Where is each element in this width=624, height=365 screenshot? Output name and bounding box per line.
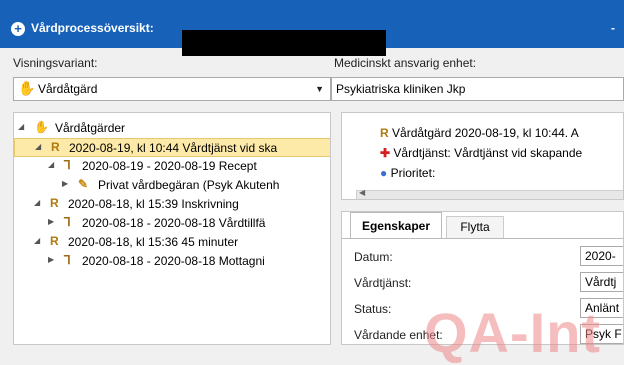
plus-circle-icon: +: [11, 22, 25, 36]
unit-label: Medicinskt ansvarig enhet:: [334, 56, 477, 70]
chevron-down-icon[interactable]: ▼: [315, 84, 324, 94]
tree-item[interactable]: ◢ Ꞁ 2020-08-19 - 2020-08-19 Recept: [14, 157, 330, 176]
scroll-left-icon[interactable]: ◀: [359, 188, 365, 197]
h-icon: Ꞁ: [64, 158, 71, 172]
tab-divider: [342, 238, 623, 239]
tree-item-label: 2020-08-18, kl 15:36 45 minuter: [68, 235, 239, 249]
tree-item-selected[interactable]: ◢ R 2020-08-19, kl 10:44 Vårdtjänst vid …: [14, 138, 330, 157]
tab-egenskaper[interactable]: Egenskaper: [350, 212, 442, 239]
detail-line-3: ● Prioritet:: [380, 166, 435, 180]
blue-dot-icon: ●: [380, 166, 388, 180]
red-cross-icon: ✚: [380, 146, 391, 160]
tree-root[interactable]: ◢ ✋ Vårdåtgärder: [14, 119, 330, 138]
watermark: QA-Int: [424, 301, 602, 364]
title-right-mark: -: [611, 21, 615, 35]
prop-value-vardtjanst[interactable]: Vårdtj: [580, 272, 623, 292]
document-icon: ✎: [78, 177, 89, 191]
collapse-toggle-icon[interactable]: ▶: [62, 179, 68, 188]
h-icon: Ꞁ: [64, 215, 71, 229]
tab-flytta[interactable]: Flytta: [446, 216, 504, 239]
tree-item-label: 2020-08-18 - 2020-08-18 Vårdtillfä: [82, 216, 266, 230]
r-icon: R: [50, 196, 59, 210]
folder-icon: ✋: [34, 120, 49, 134]
expand-toggle-icon[interactable]: ◢: [18, 122, 24, 131]
r-icon: R: [380, 126, 389, 140]
tree-item[interactable]: ◢ R 2020-08-18, kl 15:36 45 minuter: [14, 233, 330, 252]
tree-item[interactable]: ▶ Ꞁ 2020-08-18 - 2020-08-18 Vårdtillfä: [14, 214, 330, 233]
horizontal-scrollbar[interactable]: ◀: [356, 188, 623, 199]
prop-label-status: Status:: [354, 302, 392, 316]
variant-select[interactable]: ✋ Vårdåtgärd ▼: [13, 77, 331, 101]
variant-label: Visningsvariant:: [13, 56, 98, 70]
detail-line-2: ✚ Vårdtjänst: Vårdtjänst vid skapande: [380, 146, 582, 160]
r-icon: R: [51, 140, 60, 154]
tree-item-label: 2020-08-19 - 2020-08-19 Recept: [82, 159, 257, 173]
collapse-toggle-icon[interactable]: ▶: [48, 217, 54, 226]
tree-item-label: 2020-08-18, kl 15:39 Inskrivning: [68, 197, 239, 211]
window-title: Vårdprocessöversikt:: [31, 21, 154, 35]
detail-line-2-text: Vårdtjänst: Vårdtjänst vid skapande: [393, 146, 583, 160]
detail-line-1: R Vårdåtgärd 2020-08-19, kl 10:44. A: [380, 126, 579, 140]
tree-item[interactable]: ▶ ✎ Privat vårdbegäran (Psyk Akutenh: [14, 176, 330, 195]
tree-item-label: 2020-08-19, kl 10:44 Vårdtjänst vid ska: [69, 141, 278, 155]
tree-item-label: 2020-08-18 - 2020-08-18 Mottagni: [82, 254, 265, 268]
care-tree[interactable]: ◢ ✋ Vårdåtgärder ◢ R 2020-08-19, kl 10:4…: [13, 112, 331, 345]
tree-root-label: Vårdåtgärder: [55, 121, 126, 135]
tree-item[interactable]: ▶ Ꞁ 2020-08-18 - 2020-08-18 Mottagni: [14, 252, 330, 271]
tree-item[interactable]: ◢ R 2020-08-18, kl 15:39 Inskrivning: [14, 195, 330, 214]
prop-label-datum: Datum:: [354, 250, 393, 264]
expand-toggle-icon[interactable]: ◢: [35, 142, 41, 151]
detail-line-1-text: Vårdåtgärd 2020-08-19, kl 10:44. A: [392, 126, 579, 140]
expand-toggle-icon[interactable]: ◢: [34, 198, 40, 207]
unit-value: Psykiatriska kliniken Jkp: [336, 82, 466, 96]
r-icon: R: [50, 234, 59, 248]
tree-item-label: Privat vårdbegäran (Psyk Akutenh: [98, 178, 280, 192]
redacted-block: [182, 30, 386, 56]
expand-toggle-icon[interactable]: ◢: [34, 236, 40, 245]
title-bar: + Vårdprocessöversikt: -: [0, 0, 624, 56]
expand-toggle-icon[interactable]: ◢: [48, 160, 54, 169]
prop-label-vardtjanst: Vårdtjänst:: [354, 276, 412, 290]
hand-icon: ✋: [18, 80, 36, 96]
detail-panel: R Vårdåtgärd 2020-08-19, kl 10:44. A ✚ V…: [341, 112, 624, 200]
collapse-toggle-icon[interactable]: ▶: [48, 255, 54, 264]
h-icon: Ꞁ: [64, 253, 71, 267]
detail-line-3-text: Prioritet:: [390, 166, 436, 180]
unit-field[interactable]: Psykiatriska kliniken Jkp: [331, 77, 624, 101]
prop-value-datum[interactable]: 2020-: [580, 246, 623, 266]
variant-value: Vårdåtgärd: [38, 82, 98, 96]
